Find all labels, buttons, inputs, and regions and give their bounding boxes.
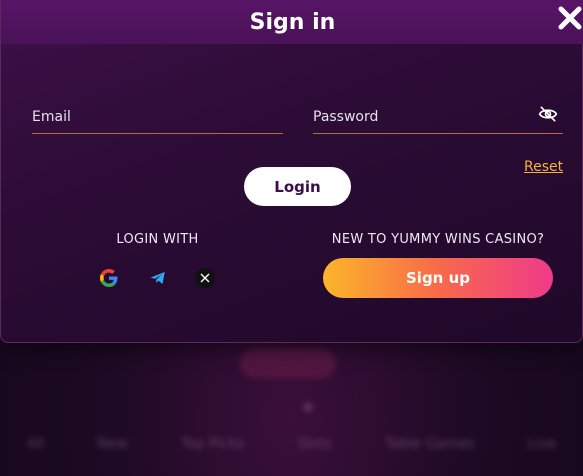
close-button[interactable]	[555, 4, 583, 34]
background-button	[240, 348, 336, 378]
bg-nav-item: Live	[527, 436, 557, 452]
password-input[interactable]	[313, 100, 563, 133]
modal-title: Sign in	[249, 9, 336, 35]
login-with-label: LOGIN WITH	[116, 232, 199, 247]
sign-in-modal: Sign in Reset Login LOGIN WITH	[0, 0, 583, 343]
email-field-wrapper	[32, 100, 283, 134]
email-input[interactable]	[32, 100, 283, 133]
toggle-password-visibility-button[interactable]	[537, 104, 559, 126]
bg-nav-item: New	[97, 436, 128, 452]
close-icon	[558, 6, 582, 30]
sign-up-button[interactable]: Sign up	[323, 258, 553, 298]
modal-header: Sign in	[1, 0, 583, 44]
google-login-button[interactable]	[97, 266, 121, 290]
x-icon	[195, 268, 215, 288]
password-field-wrapper	[313, 100, 563, 134]
bg-nav-item: Table Games	[384, 436, 475, 452]
bg-nav-item: All	[26, 436, 44, 452]
telegram-login-button[interactable]	[146, 266, 170, 290]
eye-off-icon	[538, 106, 558, 122]
reset-password-link[interactable]: Reset	[524, 159, 563, 175]
background-category-nav: All New Top Picks Slots Table Games Live	[0, 430, 583, 458]
new-to-casino-label: NEW TO YUMMY WINS CASINO?	[331, 232, 545, 247]
bg-nav-item: Slots	[297, 436, 332, 452]
login-button[interactable]: Login	[244, 167, 351, 206]
background-indicator	[303, 402, 313, 412]
google-icon	[100, 269, 118, 287]
x-login-button[interactable]	[193, 266, 217, 290]
bg-nav-item: Top Picks	[181, 436, 245, 452]
telegram-icon	[150, 272, 165, 284]
